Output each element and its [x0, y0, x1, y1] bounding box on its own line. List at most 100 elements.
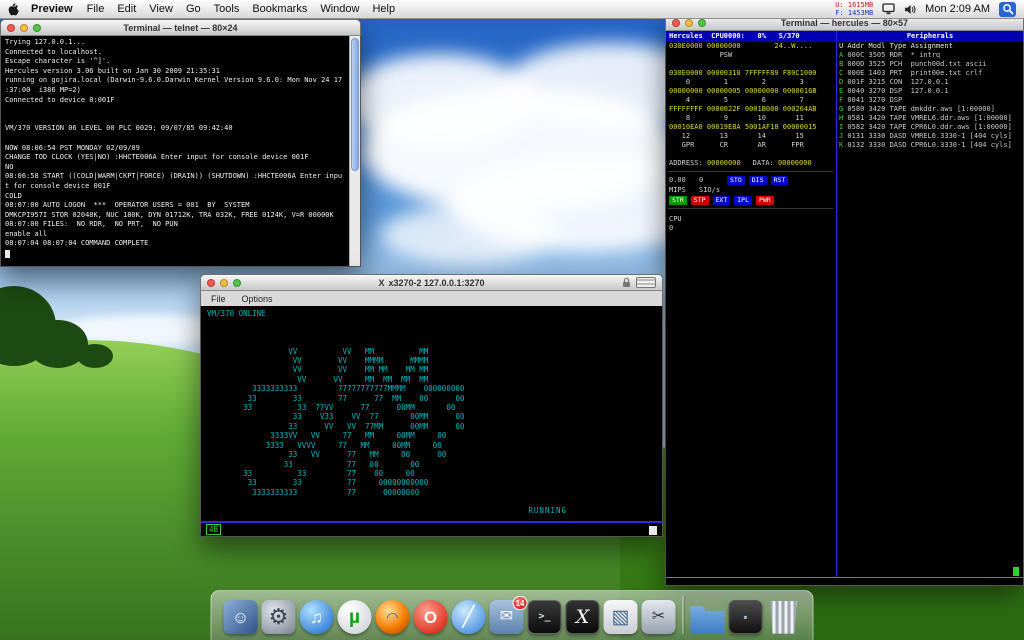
x11-icon[interactable]: X	[565, 600, 600, 634]
memory-meter[interactable]: U: 1615MB F: 1453MB	[835, 1, 873, 17]
menu-bar: Preview File Edit View Go Tools Bookmarks Wind…	[0, 0, 1024, 19]
hercules-button-rst[interactable]: RST	[770, 175, 789, 185]
panel-separator	[668, 208, 833, 209]
utilities-app-icon[interactable]: ▪	[728, 600, 763, 634]
display-icon[interactable]	[882, 3, 895, 15]
hercules-panel-line	[666, 60, 835, 69]
menu-help[interactable]: Help	[372, 3, 395, 15]
zoom-button[interactable]	[33, 23, 41, 32]
scrollbar[interactable]	[349, 36, 360, 266]
hercules-panel-line: FFFFFFFF 0000022F 0001B000 000264AB	[669, 105, 817, 113]
x3270-screen[interactable]: VM/370 ONLINE VV VV MM MM VV VV MMMM MMM…	[200, 306, 663, 521]
memory-used-label: U: 1615MB	[835, 1, 874, 9]
menu-tools[interactable]: Tools	[214, 3, 240, 15]
safari-icon[interactable]: ╱	[451, 600, 486, 634]
hercules-panel-line: 00010EA0 00019E8A 5001AF18 00000015	[669, 123, 817, 131]
x3270-titlebar[interactable]: Xx3270-2 127.0.0.1:3270	[200, 274, 663, 291]
hercules-panel-line: 00000000 00000005 00000000 0000016B	[669, 87, 817, 95]
menu-view[interactable]: View	[149, 3, 173, 15]
preview-icon[interactable]: ▧	[603, 600, 638, 634]
menu-bar-clock[interactable]: Mon 2:09 AM	[925, 3, 990, 15]
zoom-button[interactable]	[233, 278, 241, 287]
peripherals-columns: U Addr Modl Type Assignment	[839, 42, 953, 50]
window-title: Terminal — telnet — 80×24	[123, 22, 238, 33]
hercules-panel-line: 12 13 14 15	[669, 132, 804, 140]
keypad-icon[interactable]	[636, 277, 656, 288]
classic-app-icon[interactable]: ☺	[223, 600, 258, 634]
hercules-button-ipl[interactable]: IPL	[734, 195, 752, 205]
itunes-icon[interactable]: ♫	[299, 600, 334, 634]
x3270-menubar: File Options	[200, 291, 663, 306]
mail-icon[interactable]: ✉ 14	[489, 596, 528, 634]
hercules-terminal-window[interactable]: Terminal — hercules — 80×57 Hercules CPU…	[665, 14, 1024, 586]
hercules-button-sto[interactable]: STO	[727, 175, 745, 185]
hercules-button-pwr[interactable]: PWR	[756, 195, 774, 205]
hercules-console[interactable]: Hercules CPU0000: 0% S/370 030E0000 0000…	[665, 31, 1024, 586]
system-preferences-icon[interactable]: ⚙	[261, 600, 296, 634]
window-title: Xx3270-2 127.0.0.1:3270	[378, 277, 485, 288]
x3270-menu-options[interactable]: Options	[242, 294, 273, 304]
close-button[interactable]	[207, 278, 215, 287]
minimize-button[interactable]	[220, 278, 228, 287]
hercules-button-ext[interactable]: EXT	[712, 195, 731, 205]
terminal-icon[interactable]: >_	[527, 600, 562, 634]
mips-value: 0.00	[669, 175, 686, 184]
hercules-cpu-panel: Hercules CPU0000: 0% S/370 030E0000 0000…	[666, 31, 835, 585]
x3270-window[interactable]: Xx3270-2 127.0.0.1:3270 File Options VM/3…	[200, 274, 663, 537]
terminal-cursor	[1013, 567, 1019, 576]
minimize-button[interactable]	[685, 18, 693, 27]
apple-menu[interactable]	[8, 2, 19, 16]
peripheral-row: J 0131 3330 DASD VMREL6.3330-1 [404 cyls…	[839, 132, 1012, 140]
close-button[interactable]	[7, 23, 15, 32]
menu-file[interactable]: File	[87, 3, 105, 15]
volume-icon[interactable]	[904, 4, 916, 15]
hercules-panel-line: PSW	[669, 51, 733, 59]
cpu-value: 0	[669, 224, 674, 232]
grab-icon[interactable]: ✂	[641, 600, 676, 634]
panel-separator	[668, 171, 833, 172]
address-value: 00000000	[706, 159, 741, 167]
dock: ☺ ⚙ ♫ µ ◠ O ╱ ✉ 14 >_ X ▧ ✂ ▪	[210, 590, 814, 640]
terminal-output[interactable]: Trying 127.0.0.1... Connected to localho…	[1, 36, 349, 251]
console-bottom-line	[666, 577, 1023, 578]
sio-label: SIO/s	[699, 185, 721, 194]
zoom-button[interactable]	[698, 18, 706, 27]
address-label: ADDRESS:	[669, 159, 703, 167]
utorrent-icon[interactable]: µ	[337, 600, 372, 634]
app-menu-title[interactable]: Preview	[31, 3, 73, 15]
peripheral-row: K 0132 3330 DASD CPR6L0.3330-1 [404 cyls…	[839, 141, 1012, 149]
minimize-button[interactable]	[20, 23, 28, 32]
menu-bookmarks[interactable]: Bookmarks	[252, 3, 307, 15]
menu-edit[interactable]: Edit	[117, 3, 136, 15]
peripheral-row: A 000C 3505 RDR * intrq	[839, 51, 941, 59]
scrollbar-thumb[interactable]	[351, 38, 359, 172]
oia-connection-indicator: 4B	[206, 524, 222, 535]
hercules-button-stp[interactable]: STP	[690, 195, 709, 205]
telnet-console[interactable]: Trying 127.0.0.1... Connected to localho…	[0, 36, 361, 267]
menu-go[interactable]: Go	[186, 3, 201, 15]
hercules-panel-line: 030E0000 00000310 7FFFFF89 F80C1000	[669, 69, 817, 77]
peripheral-row: F 0041 3270 DSP	[839, 96, 903, 104]
trash-icon[interactable]	[769, 601, 798, 634]
terminal-cursor	[5, 250, 10, 258]
hercules-button-str[interactable]: STR	[669, 195, 687, 205]
opera-icon[interactable]: O	[413, 600, 448, 634]
peripheral-row: D 001F 3215 CON 127.0.0.1	[839, 78, 949, 86]
window-title: Terminal — hercules — 80×57	[780, 17, 909, 28]
menu-window[interactable]: Window	[320, 3, 359, 15]
hercules-panel-line: 030E0000 00000000 24..W....	[669, 42, 813, 50]
sio-value: 0	[699, 175, 704, 184]
spotlight-icon[interactable]	[999, 1, 1016, 17]
x3270-menu-file[interactable]: File	[211, 294, 226, 304]
close-button[interactable]	[672, 18, 680, 27]
address-data-row: ADDRESS: 00000000 DATA: 00000000	[666, 159, 835, 168]
hercules-button-dis[interactable]: DIS	[748, 175, 767, 185]
applications-folder-icon[interactable]	[690, 606, 725, 634]
x3270-screen-text[interactable]: VM/370 ONLINE VV VV MM MM VV VV MMMM MMM…	[201, 306, 662, 500]
telnet-terminal-window[interactable]: Terminal — telnet — 80×24 Trying 127.0.0…	[0, 19, 361, 267]
peripheral-row: C 000E 1403 PRT print00e.txt crlf	[839, 69, 983, 77]
firefox-icon[interactable]: ◠	[375, 600, 410, 634]
cpu-label: CPU	[669, 215, 682, 223]
dock-divider	[682, 596, 684, 634]
telnet-titlebar[interactable]: Terminal — telnet — 80×24	[0, 19, 361, 36]
